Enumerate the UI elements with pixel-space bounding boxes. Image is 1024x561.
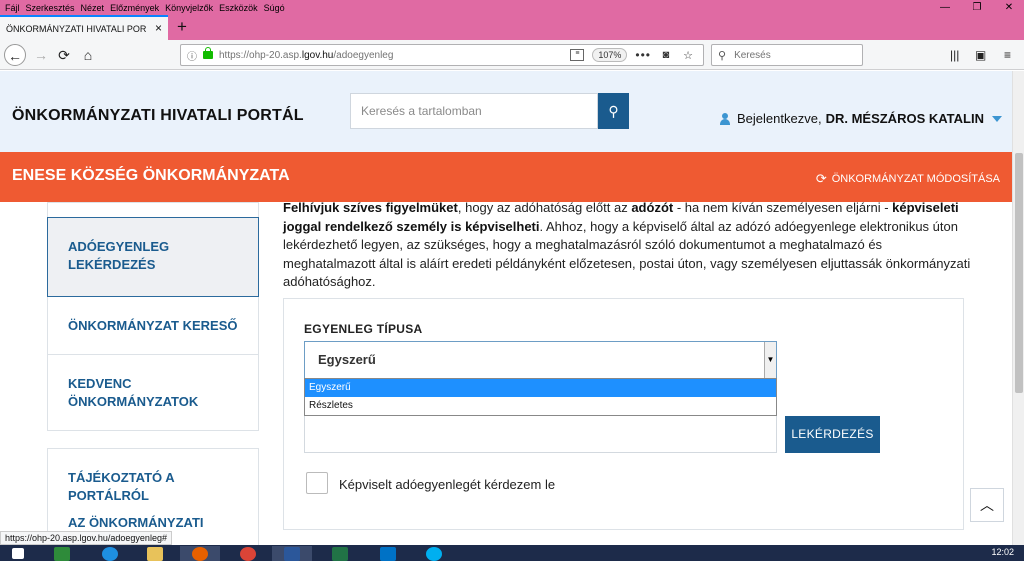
- hamburger-menu-icon[interactable]: ≡: [1004, 48, 1011, 62]
- taskbar-app-store[interactable]: [42, 546, 82, 561]
- navigation-bar: ← → ⟳ ⌂ ⓘ https://ohp-20.asp.lgov.hu/ado…: [0, 40, 1024, 70]
- menu-file[interactable]: Fájl: [5, 3, 20, 13]
- restore-icon[interactable]: ❐: [962, 0, 992, 15]
- taskbar-app-chrome[interactable]: [228, 546, 268, 561]
- scrollbar-thumb[interactable]: [1015, 153, 1023, 393]
- library-icon[interactable]: |||: [950, 48, 959, 62]
- login-prefix: Bejelentkezve,: [737, 111, 822, 126]
- taskbar-app-excel[interactable]: [320, 546, 360, 561]
- balance-type-dropdown: Egyszerű Részletes: [304, 378, 777, 416]
- url-text[interactable]: https://ohp-20.asp.lgov.hu/adoegyenleg: [219, 50, 570, 61]
- user-icon: [720, 112, 730, 125]
- taxpayer-input[interactable]: [304, 415, 777, 453]
- word-icon: [284, 547, 300, 561]
- skype-icon: [426, 547, 442, 561]
- page-actions-icon[interactable]: •••: [635, 48, 651, 62]
- menu-tools[interactable]: Eszközök: [219, 3, 258, 13]
- balance-type-selected: Egyszerű: [318, 352, 376, 367]
- status-url: https://ohp-20.asp.lgov.hu/adoegyenleg#: [0, 531, 172, 545]
- chrome-icon: [240, 547, 256, 561]
- municipality-name: ENESE KÖZSÉG ÖNKORMÁNYZATA: [12, 167, 290, 184]
- chevron-up-icon: ︿: [980, 497, 994, 513]
- ie-icon: [102, 547, 118, 561]
- home-icon[interactable]: ⌂: [77, 44, 99, 66]
- chevron-down-icon[interactable]: [991, 115, 1002, 122]
- page-scrollbar[interactable]: [1012, 71, 1024, 545]
- sidebar-nav: ADÓEGYENLEG LEKÉRDEZÉS ÖNKORMÁNYZAT KERE…: [47, 202, 259, 431]
- browser-tab[interactable]: ÖNKORMÁNYZATI HIVATALI PORT ×: [0, 15, 168, 40]
- store-icon: [54, 547, 70, 561]
- represented-checkbox[interactable]: [306, 472, 328, 494]
- windows-icon: [12, 548, 24, 559]
- sidebar-toggle-icon[interactable]: ▣: [975, 48, 986, 62]
- chevron-down-icon[interactable]: ▼: [764, 342, 776, 378]
- back-icon[interactable]: ←: [4, 44, 26, 66]
- windows-taskbar: 12:02: [0, 545, 1024, 561]
- reader-view-icon[interactable]: ≡: [570, 49, 585, 61]
- option-detailed[interactable]: Részletes: [305, 397, 776, 415]
- tab-strip: ÖNKORMÁNYZATI HIVATALI PORT × +: [0, 15, 1024, 40]
- change-municipality-button[interactable]: ⟳ ÖNKORMÁNYZAT MÓDOSÍTÁSA: [816, 171, 1000, 187]
- option-simple[interactable]: Egyszerű: [305, 379, 776, 397]
- portal-title[interactable]: ÖNKORMÁNYZATI HIVATALI PORTÁL: [12, 107, 304, 125]
- change-municipality-label: ÖNKORMÁNYZAT MÓDOSÍTÁSA: [831, 173, 1000, 185]
- reload-icon[interactable]: ⟳: [53, 44, 75, 66]
- browser-menu-bar: Fájl Szerkesztés Nézet Előzmények Könyvj…: [0, 0, 1024, 15]
- sidebar-item-portal-info[interactable]: TÁJÉKOZTATÓ A PORTÁLRÓL: [48, 469, 208, 505]
- browser-search-box[interactable]: ⚲ Keresés: [711, 44, 863, 66]
- address-bar[interactable]: ⓘ https://ohp-20.asp.lgov.hu/adoegyenleg…: [180, 44, 704, 66]
- taskbar-clock[interactable]: 12:02: [991, 547, 1014, 557]
- browser-search-placeholder: Keresés: [734, 49, 771, 61]
- info-icon[interactable]: ⓘ: [187, 48, 201, 63]
- sidebar-item-municipal[interactable]: AZ ÖNKORMÁNYZATI: [48, 514, 258, 532]
- user-name: DR. MÉSZÁROS KATALIN: [825, 111, 984, 126]
- close-window-icon[interactable]: ✕: [994, 0, 1024, 15]
- site-header: ÖNKORMÁNYZATI HIVATALI PORTÁL Keresés a …: [0, 71, 1012, 152]
- bookmark-star-icon[interactable]: ☆: [681, 49, 695, 62]
- outlook-icon: [380, 547, 396, 561]
- taskbar-app-skype[interactable]: [414, 546, 454, 561]
- menu-bookmarks[interactable]: Könyvjelzők: [165, 3, 213, 13]
- municipality-band: ENESE KÖZSÉG ÖNKORMÁNYZATA ⟳ ÖNKORMÁNYZA…: [0, 152, 1012, 202]
- intro-paragraph: Felhívjuk szíves figyelmüket, hogy az ad…: [283, 200, 971, 289]
- start-button[interactable]: [0, 546, 40, 561]
- search-icon: ⚲: [718, 49, 727, 62]
- divider: [48, 354, 258, 355]
- refresh-icon: ⟳: [815, 171, 827, 186]
- menu-edit[interactable]: Szerkesztés: [26, 3, 75, 13]
- taskbar-app-explorer[interactable]: [135, 546, 175, 561]
- query-button[interactable]: LEKÉRDEZÉS: [785, 416, 880, 453]
- content-search-button[interactable]: ⚲: [598, 93, 629, 129]
- content-search-input[interactable]: Keresés a tartalomban: [350, 93, 598, 129]
- forward-icon[interactable]: →: [30, 44, 52, 66]
- taskbar-app-outlook[interactable]: [368, 546, 408, 561]
- sidebar-item-favourite-municipalities[interactable]: KEDVENC ÖNKORMÁNYZATOK: [48, 375, 238, 411]
- menu-history[interactable]: Előzmények: [110, 3, 159, 13]
- taskbar-app-word[interactable]: [272, 546, 312, 561]
- balance-type-select[interactable]: Egyszerű ▼: [304, 341, 777, 379]
- pocket-icon[interactable]: ◙: [659, 49, 673, 61]
- firefox-icon: [192, 547, 208, 561]
- search-icon: ⚲: [608, 103, 619, 119]
- tab-close-icon[interactable]: ×: [155, 21, 162, 35]
- tab-title: ÖNKORMÁNYZATI HIVATALI PORT: [6, 23, 146, 34]
- taskbar-app-ie[interactable]: [90, 546, 130, 561]
- taskbar-app-firefox[interactable]: [180, 546, 220, 561]
- folder-icon: [147, 547, 163, 561]
- menu-view[interactable]: Nézet: [81, 3, 105, 13]
- balance-type-label: EGYENLEG TÍPUSA: [304, 322, 423, 336]
- balance-query-panel: EGYENLEG TÍPUSA Egyszerű ▼ Egyszerű Rész…: [283, 298, 964, 530]
- sidebar-item-balance-query[interactable]: ADÓEGYENLEG LEKÉRDEZÉS: [47, 217, 259, 297]
- zoom-level[interactable]: 107%: [592, 48, 628, 62]
- lock-icon: [203, 47, 213, 59]
- sidebar-item-municipality-search[interactable]: ÖNKORMÁNYZAT KERESŐ: [48, 317, 258, 335]
- new-tab-button[interactable]: +: [172, 16, 192, 38]
- minimize-icon[interactable]: —: [930, 0, 960, 15]
- login-status[interactable]: Bejelentkezve, DR. MÉSZÁROS KATALIN: [720, 111, 1002, 126]
- represented-checkbox-label: Képviselt adóegyenlegét kérdezem le: [339, 477, 556, 492]
- scroll-to-top-button[interactable]: ︿: [970, 488, 1004, 522]
- menu-help[interactable]: Súgó: [264, 3, 285, 13]
- excel-icon: [332, 547, 348, 561]
